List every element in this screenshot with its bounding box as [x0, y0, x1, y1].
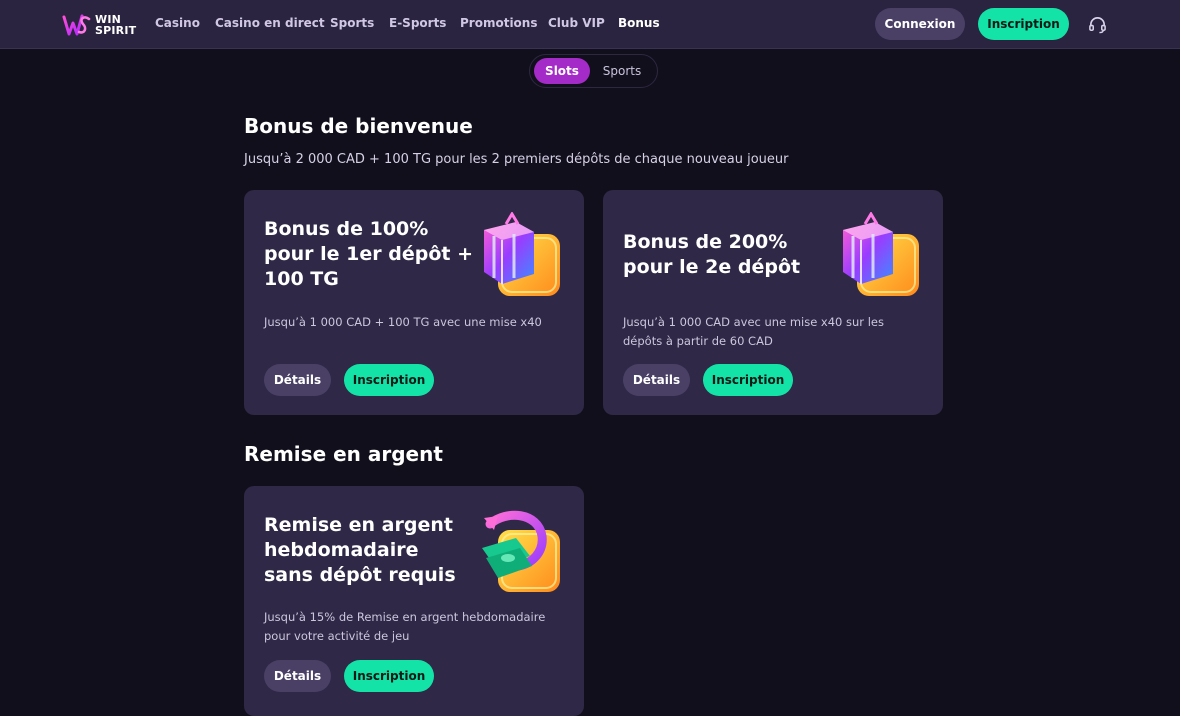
details-button[interactable]: Détails	[623, 364, 690, 396]
bonus-card-second-deposit: Bonus de 200% pour le 2e dépôt Jusqu’à 1…	[603, 190, 943, 415]
bonus-card-first-deposit: Bonus de 100% pour le 1er dépôt + 100 TG…	[244, 190, 584, 415]
toggle-slots[interactable]: Slots	[534, 58, 590, 84]
nav-item-casino-en-direct[interactable]: Casino en direct	[215, 16, 325, 30]
logo-wordmark: WIN SPIRIT	[95, 14, 136, 36]
gift-box-icon	[484, 212, 560, 296]
win-spirit-logo[interactable]: WIN SPIRIT	[62, 10, 138, 40]
toggle-sports[interactable]: Sports	[596, 58, 648, 84]
header-signup-button[interactable]: Inscription	[978, 8, 1069, 40]
card-title: Bonus de 100% pour le 1er dépôt + 100 TG	[264, 218, 474, 290]
cashback-heading: Remise en argent	[244, 442, 443, 466]
login-button[interactable]: Connexion	[875, 8, 965, 40]
card-description: Jusqu’à 1 000 CAD avec une mise x40 sur …	[623, 315, 884, 348]
card-title: Bonus de 200% pour le 2e dépôt	[623, 231, 801, 278]
card-description: Jusqu’à 1 000 CAD + 100 TG avec une mise…	[264, 315, 542, 329]
nav-item-club-vip[interactable]: Club VIP	[548, 16, 605, 30]
nav-item-bonus[interactable]: Bonus	[618, 16, 660, 30]
nav-item-e-sports[interactable]: E-Sports	[389, 16, 446, 30]
ws-logo-icon	[62, 14, 91, 36]
details-button[interactable]: Détails	[264, 364, 331, 396]
details-button[interactable]: Détails	[264, 660, 331, 692]
cashback-money-icon	[482, 510, 560, 592]
headset-icon[interactable]	[1088, 15, 1107, 34]
logo-line-2: SPIRIT	[95, 24, 137, 37]
product-toggle: Slots Sports	[529, 54, 658, 88]
signup-button[interactable]: Inscription	[344, 660, 434, 692]
top-navigation-bar: WIN SPIRIT Casino Casino en direct Sport…	[0, 0, 1180, 49]
cashback-card-weekly: Remise en argent hebdomadaire sans dépôt…	[244, 486, 584, 716]
card-description: Jusqu’à 15% de Remise en argent hebdomad…	[264, 610, 546, 643]
signup-button[interactable]: Inscription	[703, 364, 793, 396]
signup-button[interactable]: Inscription	[344, 364, 434, 396]
nav-item-sports[interactable]: Sports	[330, 16, 374, 30]
nav-item-casino[interactable]: Casino	[155, 16, 200, 30]
welcome-bonus-subtitle: Jusqu’à 2 000 CAD + 100 TG pour les 2 pr…	[244, 152, 789, 167]
gift-box-icon	[843, 212, 919, 296]
welcome-bonus-heading: Bonus de bienvenue	[244, 114, 473, 138]
nav-item-promotions[interactable]: Promotions	[460, 16, 537, 30]
card-title: Remise en argent hebdomadaire sans dépôt…	[264, 514, 456, 586]
